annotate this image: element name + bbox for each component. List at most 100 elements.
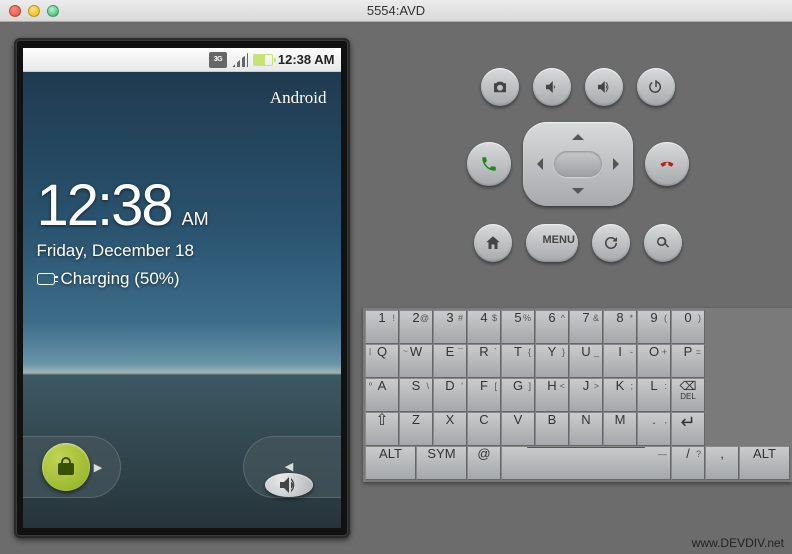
key-sym[interactable]: SYM xyxy=(416,446,467,480)
brand-label: Android xyxy=(270,88,327,108)
key-l[interactable]: L: xyxy=(637,378,671,412)
search-button[interactable] xyxy=(644,224,682,262)
key-t[interactable]: T{ xyxy=(501,344,535,378)
key-5[interactable]: 5% xyxy=(501,310,535,344)
lock-clock: 12:38 AM Friday, December 18 Charging (5… xyxy=(37,172,209,289)
signal-icon xyxy=(232,53,248,67)
key-f[interactable]: F[ xyxy=(467,378,501,412)
key-r[interactable]: R` xyxy=(467,344,501,378)
power-button[interactable] xyxy=(637,68,675,106)
key-v[interactable]: V xyxy=(501,412,535,446)
key-g[interactable]: G] xyxy=(501,378,535,412)
key-x[interactable]: X xyxy=(433,412,467,446)
key-[interactable]: /? xyxy=(671,446,705,480)
unlock-slider[interactable]: ▶ xyxy=(23,436,121,498)
menu-button[interactable]: MENU xyxy=(526,224,578,262)
lockscreen: Android 12:38 AM Friday, December 18 Cha… xyxy=(23,72,341,528)
home-icon xyxy=(484,234,502,252)
key-4[interactable]: 4$ xyxy=(467,310,501,344)
power-icon xyxy=(647,78,665,96)
dpad-down[interactable] xyxy=(572,188,584,200)
key-w[interactable]: W~ xyxy=(399,344,433,378)
key-e[interactable]: E¯ xyxy=(433,344,467,378)
emulator-screen-panel: 3G 12:38 AM Android 12:38 AM Friday, Dec… xyxy=(0,22,363,554)
search-icon xyxy=(654,234,672,252)
phone-frame: 3G 12:38 AM Android 12:38 AM Friday, Dec… xyxy=(14,38,350,538)
sound-slider[interactable]: ◀ xyxy=(243,436,341,498)
dpad xyxy=(523,122,633,206)
battery-icon xyxy=(253,54,273,66)
key-2[interactable]: 2@ xyxy=(399,310,433,344)
android-statusbar: 3G 12:38 AM xyxy=(23,48,341,72)
key-c[interactable]: C xyxy=(467,412,501,446)
watermark: www.DEVDIV.net xyxy=(692,536,784,550)
key-a[interactable]: Aº xyxy=(365,378,399,412)
end-call-button[interactable] xyxy=(645,142,689,186)
key-k[interactable]: K; xyxy=(603,378,637,412)
lock-battery: Charging (50%) xyxy=(61,269,180,289)
key-1[interactable]: 1! xyxy=(365,310,399,344)
key-y[interactable]: Y} xyxy=(535,344,569,378)
back-button[interactable] xyxy=(592,224,630,262)
key-z[interactable]: Z xyxy=(399,412,433,446)
emulator-controls-panel: MENU 1!2@3#4$5%6^7&8*9(0) Q|W~E¯R`T{Y}U_I… xyxy=(363,22,792,554)
key-d[interactable]: D' xyxy=(433,378,467,412)
key-h[interactable]: H< xyxy=(535,378,569,412)
key-[interactable]: ., xyxy=(637,412,671,446)
lock-date: Friday, December 18 xyxy=(37,241,209,261)
dpad-center[interactable] xyxy=(554,151,602,177)
key-u[interactable]: U_ xyxy=(569,344,603,378)
key-space[interactable]: — xyxy=(501,446,671,480)
phone-screen[interactable]: 3G 12:38 AM Android 12:38 AM Friday, Dec… xyxy=(23,48,341,528)
key-alt[interactable]: ALT xyxy=(739,446,790,480)
lock-time: 12:38 xyxy=(37,172,172,239)
dpad-up[interactable] xyxy=(572,128,584,140)
lock-ampm: AM xyxy=(182,209,209,230)
key-9[interactable]: 9( xyxy=(637,310,671,344)
key-o[interactable]: O+ xyxy=(637,344,671,378)
camera-button[interactable] xyxy=(481,68,519,106)
key-p[interactable]: P= xyxy=(671,344,705,378)
unlock-button[interactable] xyxy=(42,443,90,491)
dpad-left[interactable] xyxy=(531,158,543,170)
chevron-right-icon: ▶ xyxy=(94,461,102,474)
key-6[interactable]: 6^ xyxy=(535,310,569,344)
key-[interactable]: @ xyxy=(467,446,501,480)
network-icon: 3G xyxy=(209,52,227,68)
menu-label: MENU xyxy=(543,234,561,252)
key-7[interactable]: 7& xyxy=(569,310,603,344)
key-j[interactable]: J> xyxy=(569,378,603,412)
plug-icon xyxy=(37,273,55,285)
window-title: 5554:AVD xyxy=(0,3,792,18)
dpad-right[interactable] xyxy=(613,158,625,170)
key-m[interactable]: M xyxy=(603,412,637,446)
mac-titlebar: 5554:AVD xyxy=(0,0,792,22)
unlock-icon xyxy=(54,455,78,479)
key-alt[interactable]: ALT xyxy=(365,446,416,480)
home-button[interactable] xyxy=(474,224,512,262)
sound-toggle-button[interactable] xyxy=(265,473,313,497)
hardware-keyboard: 1!2@3#4$5%6^7&8*9(0) Q|W~E¯R`T{Y}U_I-O+P=… xyxy=(363,308,792,482)
volume-down-icon xyxy=(543,78,561,96)
key-[interactable]: ⇧ xyxy=(365,412,399,446)
key-[interactable]: , xyxy=(705,446,739,480)
key-0[interactable]: 0) xyxy=(671,310,705,344)
key-b[interactable]: B xyxy=(535,412,569,446)
key-n[interactable]: N xyxy=(569,412,603,446)
back-icon xyxy=(602,234,620,252)
call-button[interactable] xyxy=(467,142,511,186)
statusbar-time: 12:38 AM xyxy=(278,52,335,67)
key-s[interactable]: S\ xyxy=(399,378,433,412)
volume-up-button[interactable] xyxy=(585,68,623,106)
key-8[interactable]: 8* xyxy=(603,310,637,344)
hangup-icon xyxy=(658,155,676,173)
key-q[interactable]: Q| xyxy=(365,344,399,378)
key-del[interactable]: ⌫DEL xyxy=(671,378,705,412)
volume-down-button[interactable] xyxy=(533,68,571,106)
camera-icon xyxy=(491,78,509,96)
key-[interactable]: ↵ xyxy=(671,412,705,446)
volume-up-icon xyxy=(595,78,613,96)
key-i[interactable]: I- xyxy=(603,344,637,378)
speaker-icon xyxy=(277,473,301,497)
key-3[interactable]: 3# xyxy=(433,310,467,344)
